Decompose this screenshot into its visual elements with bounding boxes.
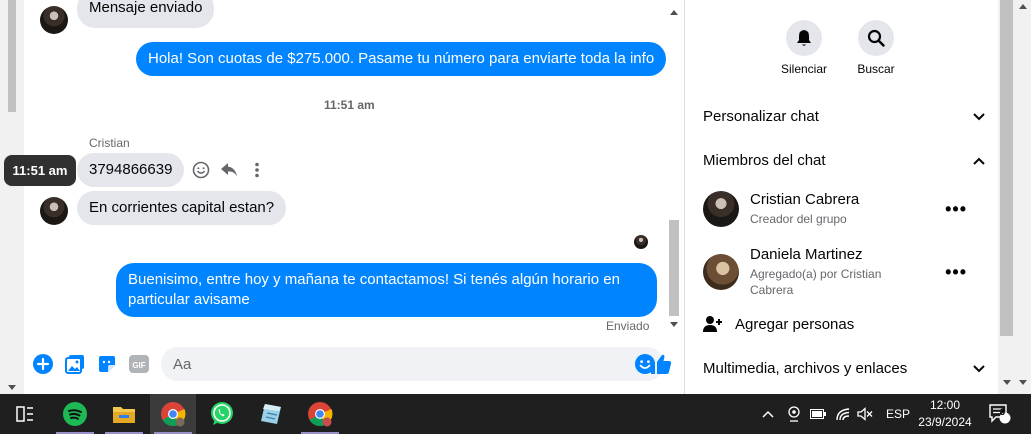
avatar[interactable] bbox=[40, 197, 68, 225]
spotify-icon[interactable] bbox=[52, 394, 98, 434]
wifi-icon[interactable] bbox=[835, 394, 851, 434]
chevron-up-icon bbox=[973, 152, 985, 169]
customize-chat-section[interactable]: Personalizar chat bbox=[703, 104, 985, 128]
avatar[interactable] bbox=[703, 191, 739, 227]
chevron-down-icon bbox=[973, 108, 985, 125]
search-button[interactable]: Buscar bbox=[841, 20, 911, 76]
show-hidden-icons[interactable] bbox=[762, 394, 774, 434]
file-explorer-icon[interactable] bbox=[101, 394, 147, 434]
notification-center-icon[interactable]: 3 bbox=[989, 394, 1011, 434]
member-name: Daniela Martinez bbox=[750, 246, 863, 263]
photo-icon[interactable] bbox=[64, 353, 86, 375]
member-role: Agregado(a) por Cristian Cabrera bbox=[750, 267, 882, 297]
chat-info-panel: Silenciar Buscar Personalizar chat Miemb… bbox=[684, 0, 998, 394]
chrome-profile-icon[interactable] bbox=[297, 394, 343, 434]
add-person-icon bbox=[703, 315, 723, 333]
scroll-down-arrow[interactable] bbox=[1019, 380, 1027, 385]
sticker-icon[interactable] bbox=[96, 353, 118, 375]
sender-name: Cristian bbox=[89, 136, 130, 150]
media-label: Multimedia, archivos y enlaces bbox=[703, 359, 908, 377]
more-options-icon[interactable] bbox=[246, 159, 268, 181]
task-view-icon[interactable] bbox=[2, 394, 48, 434]
scroll-down-arrow[interactable] bbox=[1003, 380, 1011, 385]
members-label: Miembros del chat bbox=[703, 151, 826, 169]
time-separator: 11:51 am bbox=[324, 98, 375, 112]
add-people-label: Agregar personas bbox=[735, 315, 855, 333]
add-people-button[interactable]: Agregar personas bbox=[703, 312, 985, 336]
message-status: Enviado bbox=[606, 319, 650, 333]
chevron-down-icon bbox=[973, 360, 985, 377]
whatsapp-icon[interactable] bbox=[199, 394, 245, 434]
message-composer[interactable] bbox=[161, 347, 664, 381]
seen-avatar bbox=[634, 235, 648, 249]
svg-text:GIF: GIF bbox=[132, 361, 145, 370]
timestamp-tooltip: 11:51 am bbox=[4, 155, 76, 186]
bell-icon bbox=[786, 20, 822, 56]
outgoing-message[interactable]: Buenisimo, entre hoy y mañana te contact… bbox=[116, 263, 657, 317]
page-scrollbar[interactable] bbox=[1015, 0, 1031, 394]
notification-count: 3 bbox=[1000, 407, 1006, 417]
taskbar: ESP 12:00 23/9/2024 3 bbox=[0, 394, 1031, 434]
scrollbar-thumb[interactable] bbox=[669, 220, 679, 316]
language-indicator[interactable]: ESP bbox=[886, 394, 910, 434]
member-row[interactable]: Daniela Martinez Agregado(a) por Cristia… bbox=[703, 246, 985, 302]
message-input[interactable] bbox=[161, 347, 601, 381]
avatar[interactable] bbox=[703, 254, 739, 290]
battery-icon[interactable] bbox=[810, 394, 826, 434]
search-icon bbox=[858, 20, 894, 56]
mute-label: Silenciar bbox=[780, 62, 828, 76]
clock[interactable]: 12:00 23/9/2024 bbox=[912, 397, 978, 431]
volume-muted-icon[interactable] bbox=[857, 394, 873, 434]
member-name: Cristian Cabrera bbox=[750, 191, 860, 208]
scrollbar-thumb[interactable] bbox=[1000, 0, 1013, 336]
search-label: Buscar bbox=[857, 62, 895, 76]
member-role: Creador del grupo bbox=[750, 212, 847, 226]
outgoing-message[interactable]: Hola! Son cuotas de $275.000. Pasame tu … bbox=[136, 42, 667, 76]
scroll-up-arrow[interactable] bbox=[1019, 4, 1027, 9]
more-options-icon[interactable]: ••• bbox=[945, 262, 967, 283]
panel-scrollbar[interactable] bbox=[998, 0, 1015, 394]
react-icon[interactable] bbox=[190, 159, 212, 181]
incoming-message[interactable]: Mensaje enviado bbox=[77, 0, 215, 28]
clock-date: 23/9/2024 bbox=[918, 415, 972, 429]
scroll-down-arrow[interactable] bbox=[8, 385, 16, 390]
notes-app-icon[interactable] bbox=[248, 394, 294, 434]
outer-scrollbar-left[interactable] bbox=[0, 0, 24, 394]
gif-icon[interactable]: GIF bbox=[128, 353, 150, 375]
incoming-message[interactable]: En corrientes capital estan? bbox=[77, 191, 287, 225]
members-section[interactable]: Miembros del chat bbox=[703, 148, 985, 172]
more-options-icon[interactable]: ••• bbox=[945, 199, 967, 220]
like-icon[interactable] bbox=[650, 353, 672, 375]
plus-icon[interactable] bbox=[32, 353, 54, 375]
scroll-up-arrow[interactable] bbox=[670, 10, 678, 15]
avatar[interactable] bbox=[40, 6, 68, 34]
customize-chat-label: Personalizar chat bbox=[703, 107, 819, 125]
mute-button[interactable]: Silenciar bbox=[769, 20, 839, 76]
chat-scrollbar[interactable] bbox=[666, 0, 680, 340]
webcam-icon[interactable] bbox=[787, 394, 801, 434]
scrollbar-thumb[interactable] bbox=[8, 0, 16, 112]
clock-time: 12:00 bbox=[929, 398, 961, 412]
media-section[interactable]: Multimedia, archivos y enlaces bbox=[703, 356, 985, 380]
incoming-message[interactable]: 3794866639 bbox=[77, 153, 185, 187]
chrome-icon[interactable] bbox=[150, 394, 196, 434]
reply-icon[interactable] bbox=[218, 159, 240, 181]
chat-thread: Mensaje enviado Hola! Son cuotas de $275… bbox=[24, 0, 684, 394]
scroll-down-arrow[interactable] bbox=[670, 322, 678, 327]
member-row[interactable]: Cristian Cabrera Creador del grupo ••• bbox=[703, 191, 985, 231]
